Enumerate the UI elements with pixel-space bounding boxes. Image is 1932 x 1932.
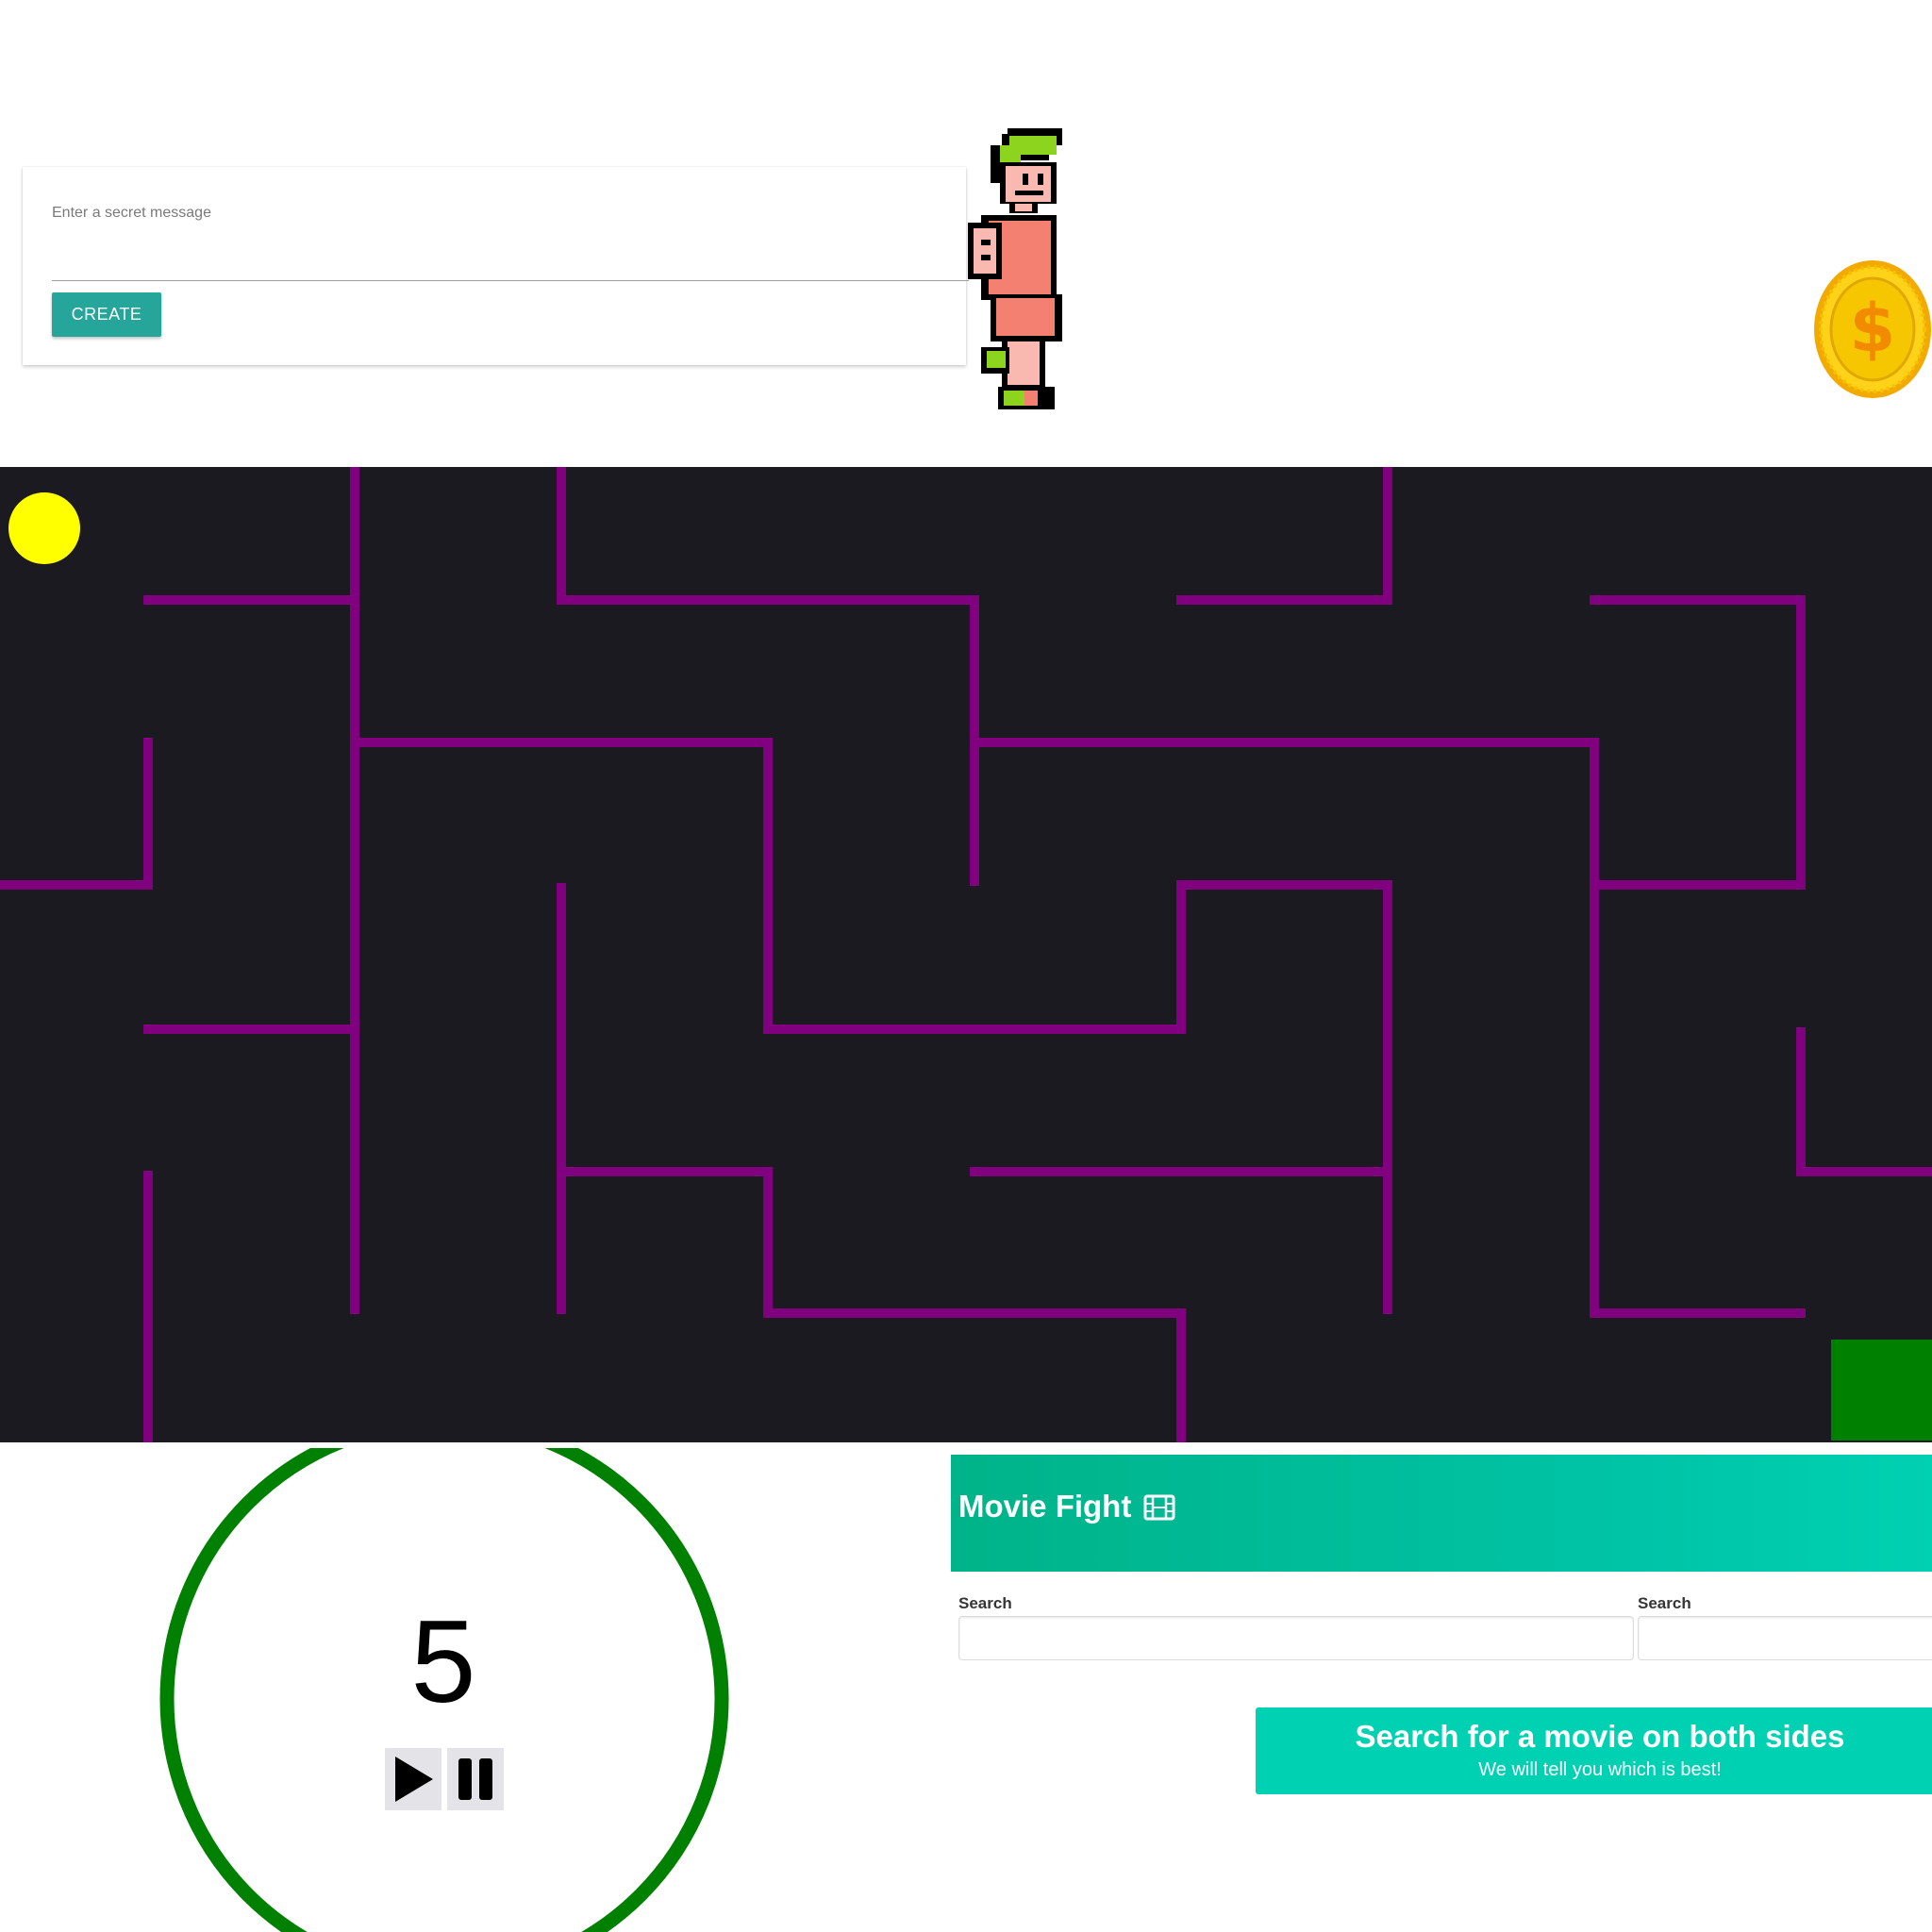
- maze-game-canvas[interactable]: [0, 467, 1932, 1442]
- movie-fight-header: Movie Fight: [951, 1455, 1932, 1572]
- movie-fight-title: Movie Fight: [958, 1489, 1132, 1524]
- left-search-input[interactable]: [958, 1616, 1634, 1660]
- left-search-label: Search: [958, 1594, 1012, 1612]
- svg-text:$: $: [1850, 290, 1896, 367]
- maze-goal: [1831, 1340, 1932, 1441]
- secret-message-label: Enter a secret message: [52, 205, 211, 221]
- dollar-coin-icon: $: [1814, 260, 1931, 398]
- play-button[interactable]: [385, 1748, 441, 1810]
- search-notice: Search for a movie on both sides We will…: [1256, 1707, 1932, 1794]
- search-notice-title: Search for a movie on both sides: [1355, 1719, 1845, 1754]
- film-icon: [1143, 1494, 1175, 1521]
- timer-value: 5: [410, 1597, 476, 1727]
- maze-ball[interactable]: [8, 492, 80, 564]
- secret-message-card: Enter a secret message CREATE: [23, 167, 969, 365]
- create-button[interactable]: CREATE: [52, 292, 161, 337]
- pixel-character-sprite: [968, 128, 1062, 409]
- maze-background: [0, 467, 1932, 1442]
- pause-button[interactable]: [447, 1748, 504, 1810]
- pause-icon: [458, 1758, 492, 1800]
- right-search-label: Search: [1638, 1594, 1691, 1612]
- right-search-input[interactable]: [1638, 1616, 1932, 1660]
- play-icon: [395, 1757, 433, 1802]
- secret-message-input[interactable]: [52, 235, 969, 281]
- search-notice-subtitle: We will tell you which is best!: [1478, 1759, 1722, 1780]
